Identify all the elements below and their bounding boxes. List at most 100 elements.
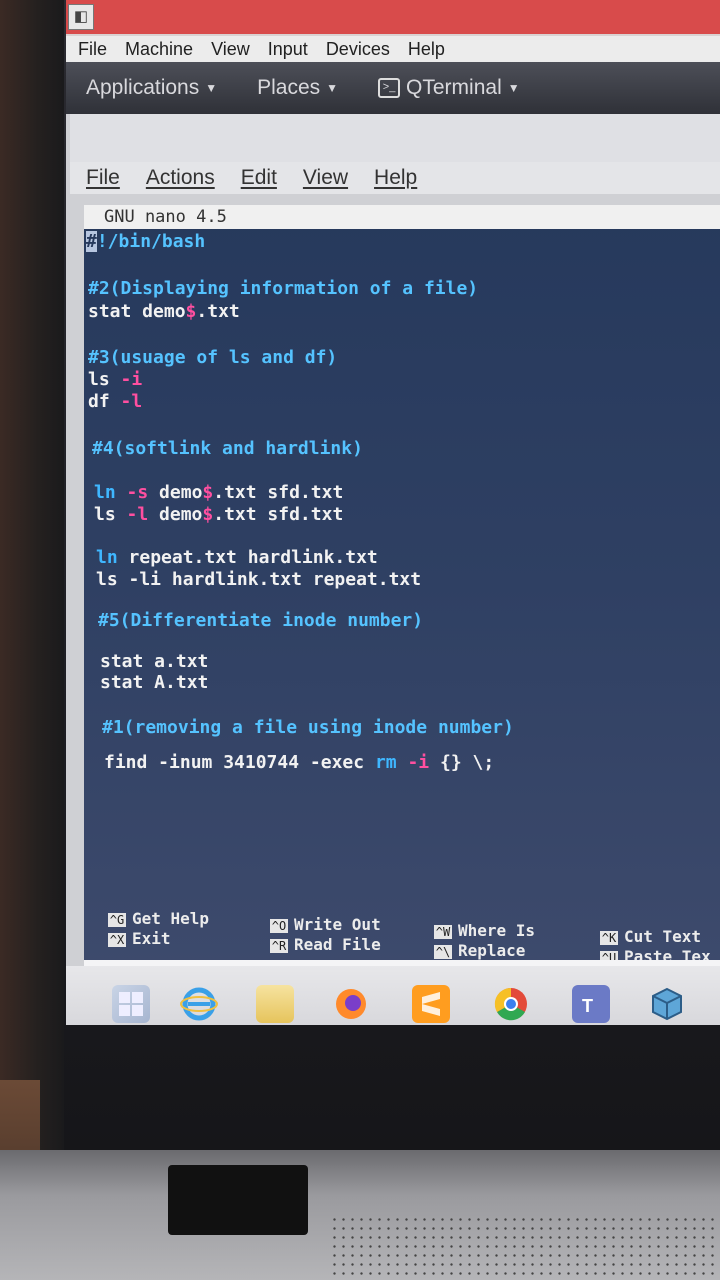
vbox-menu-machine[interactable]: Machine [113,39,199,60]
code-comment-4: #4(softlink and hardlink) [92,438,363,459]
windows-taskbar [66,966,720,1025]
code-line-ls: ls -i [88,369,142,390]
stat-cmd: stat demo [88,301,186,322]
chevron-down-icon: ▼ [205,81,218,96]
qterminal-menubar: File Actions Edit View Help [70,162,720,194]
chevron-down-icon: ▼ [326,81,339,96]
shortcut-key: ^K [600,931,618,945]
shortcut-key: ^\ [434,945,452,959]
speaker-grill [330,1215,720,1280]
virtualbox-icon[interactable] [648,985,686,1023]
shortcut-label: Write Out [294,915,381,934]
code-line-ln-s: ln -s demo$.txt sfd.txt [94,482,343,503]
code-comment-5: #5(Differentiate inode number) [98,610,424,631]
code-line-stat: stat demo$.txt [88,301,240,322]
rm-cmd: rm [374,752,397,773]
shortcut-exit[interactable]: ^X Exit [108,929,171,948]
terminal-area[interactable]: GNU nano 4.5 #!/bin/bash #2(Displaying i… [84,205,720,966]
svg-text:T: T [582,996,593,1016]
shortcut-key: ^X [108,933,126,947]
shortcut-label: Read File [294,935,381,954]
qterminal-menu-file[interactable]: File [86,166,120,190]
vbox-menu-input[interactable]: Input [256,39,314,60]
nano-titlebar: GNU nano 4.5 [84,205,720,229]
code-line-ln-hard: ln repeat.txt hardlink.txt [96,547,378,568]
laptop-screen: ◧ File Machine View Input Devices Help A… [66,0,720,1025]
ln-arg-rest: .txt sfd.txt [213,482,344,503]
vbox-menu-file[interactable]: File [66,39,113,60]
ln-cmd: ln [94,482,116,503]
code-line-stat-A: stat A.txt [100,672,209,693]
qterminal-menu-actions[interactable]: Actions [146,166,215,190]
internet-explorer-icon[interactable] [180,985,218,1023]
code-line-ls-l: ls -l demo$.txt sfd.txt [94,504,343,525]
sublime-text-icon[interactable] [412,985,450,1023]
qterminal-window-button[interactable]: >_ QTerminal ▼ [358,76,540,100]
desktop-top-panel: Applications ▼ Places ▼ >_ QTerminal ▼ [66,62,720,114]
shortcut-cut-text[interactable]: ^K Cut Text [600,927,701,946]
shortcut-read-file[interactable]: ^R Read File [270,935,381,954]
cursor: # [86,231,97,252]
ls-flag: -l [126,504,149,525]
shortcut-where-is[interactable]: ^W Where Is [434,921,535,940]
qterminal-menu-edit[interactable]: Edit [241,166,277,190]
shebang-text: !/bin/bash [96,231,206,252]
shortcut-label: Replace [458,941,526,960]
firefox-icon[interactable] [332,985,370,1023]
ls-flag: -i [120,369,143,390]
vbox-menu-help[interactable]: Help [396,39,451,60]
code-line-shebang: #!/bin/bash [86,231,205,252]
ls-cmd: ls [88,369,121,390]
qterminal-menu-help[interactable]: Help [374,166,417,190]
shortcut-label: Cut Text [624,927,702,946]
qterminal-menu-view[interactable]: View [303,166,348,190]
ln-arg: demo [148,482,203,503]
shortcut-write-out[interactable]: ^O Write Out [270,915,381,934]
qterminal-label: QTerminal [406,76,502,99]
ln-flag: -s [126,482,149,503]
shortcut-key: ^R [270,939,288,953]
dollar-sign: $ [202,482,214,503]
ln-cmd: ln [96,547,118,568]
file-explorer-icon[interactable] [256,985,294,1023]
laptop-hinge [168,1165,308,1235]
find-braces: {} [429,752,473,773]
windows-start-icon[interactable] [112,985,150,1023]
dollar-sign: $ [185,301,197,322]
vbox-menu-view[interactable]: View [199,39,256,60]
shortcut-key: ^G [108,913,126,927]
applications-label: Applications [86,76,200,99]
shortcut-key: ^W [434,925,452,939]
qterminal-titlebar[interactable] [70,114,720,162]
shortcut-get-help[interactable]: ^G Get Help [108,909,209,928]
code-line-stat-a: stat a.txt [100,651,209,672]
df-flag: -l [120,391,143,412]
vbox-titlebar-accent [66,0,720,34]
stat-ext: .txt [196,301,240,322]
vbox-menubar: File Machine View Input Devices Help [66,36,720,62]
find-terminator: \; [472,752,495,773]
chevron-down-icon: ▼ [507,81,520,96]
code-line-df: df -l [88,391,142,412]
applications-menu[interactable]: Applications ▼ [66,76,237,100]
df-cmd: df [88,391,121,412]
shortcut-key: ^O [270,919,288,933]
nano-title: GNU nano 4.5 [104,207,227,227]
places-label: Places [257,76,321,99]
rm-flag: -i [407,752,430,773]
teams-icon[interactable]: T [572,985,610,1023]
shortcut-replace[interactable]: ^\ Replace [434,941,525,960]
chrome-icon[interactable] [492,985,530,1023]
ls-cmd: ls [94,504,127,525]
places-menu[interactable]: Places ▼ [237,76,358,100]
code-line-find: find -inum 3410744 -exec rm -i {} \; [104,752,494,773]
vbox-menu-devices[interactable]: Devices [314,39,396,60]
code-comment-1: #1(removing a file using inode number) [102,717,514,738]
code-line-ls-li: ls -li hardlink.txt repeat.txt [96,569,422,590]
find-cmd: find -inum 3410744 -exec [104,752,375,773]
code-comment-2: #2(Displaying information of a file) [88,278,479,299]
code-comment-3: #3(usuage of ls and df) [88,347,338,368]
vbox-titlebar: ◧ [66,0,720,36]
shortcut-label: Where Is [458,921,536,940]
shortcut-label: Get Help [132,909,210,928]
